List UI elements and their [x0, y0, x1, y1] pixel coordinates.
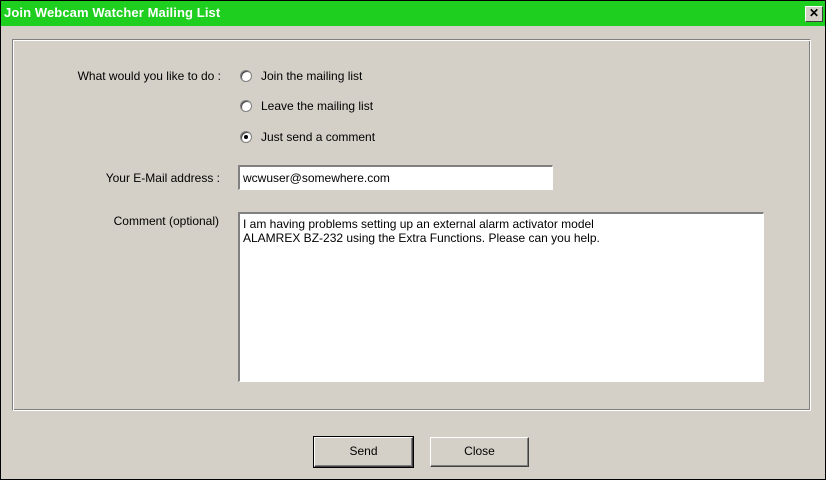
close-button[interactable]: Close	[430, 437, 529, 467]
send-button[interactable]: Send	[313, 436, 414, 468]
window-title: Join Webcam Watcher Mailing List	[4, 5, 221, 20]
radio-comment-button[interactable]	[240, 131, 252, 143]
title-bar[interactable]: Join Webcam Watcher Mailing List ✕	[1, 1, 825, 26]
radio-comment[interactable]: Just send a comment	[240, 129, 375, 145]
comment-label: Comment (optional)	[113, 214, 219, 228]
comment-textarea[interactable]: I am having problems setting up an exter…	[238, 212, 764, 382]
radio-leave-button[interactable]	[240, 100, 252, 112]
radio-comment-label[interactable]: Just send a comment	[261, 130, 375, 144]
close-icon[interactable]: ✕	[805, 6, 823, 22]
radio-leave-label[interactable]: Leave the mailing list	[261, 99, 373, 113]
mailing-list-dialog: Join Webcam Watcher Mailing List ✕ What …	[0, 0, 826, 480]
email-label: Your E-Mail address :	[105, 171, 220, 185]
radio-join-label[interactable]: Join the mailing list	[261, 69, 362, 83]
radio-join-button[interactable]	[240, 70, 252, 82]
radio-leave[interactable]: Leave the mailing list	[240, 98, 373, 114]
radio-selected-dot	[244, 135, 248, 139]
action-label: What would you like to do :	[77, 69, 221, 83]
radio-join[interactable]: Join the mailing list	[240, 68, 362, 84]
email-field[interactable]: wcwuser@somewhere.com	[238, 165, 553, 190]
